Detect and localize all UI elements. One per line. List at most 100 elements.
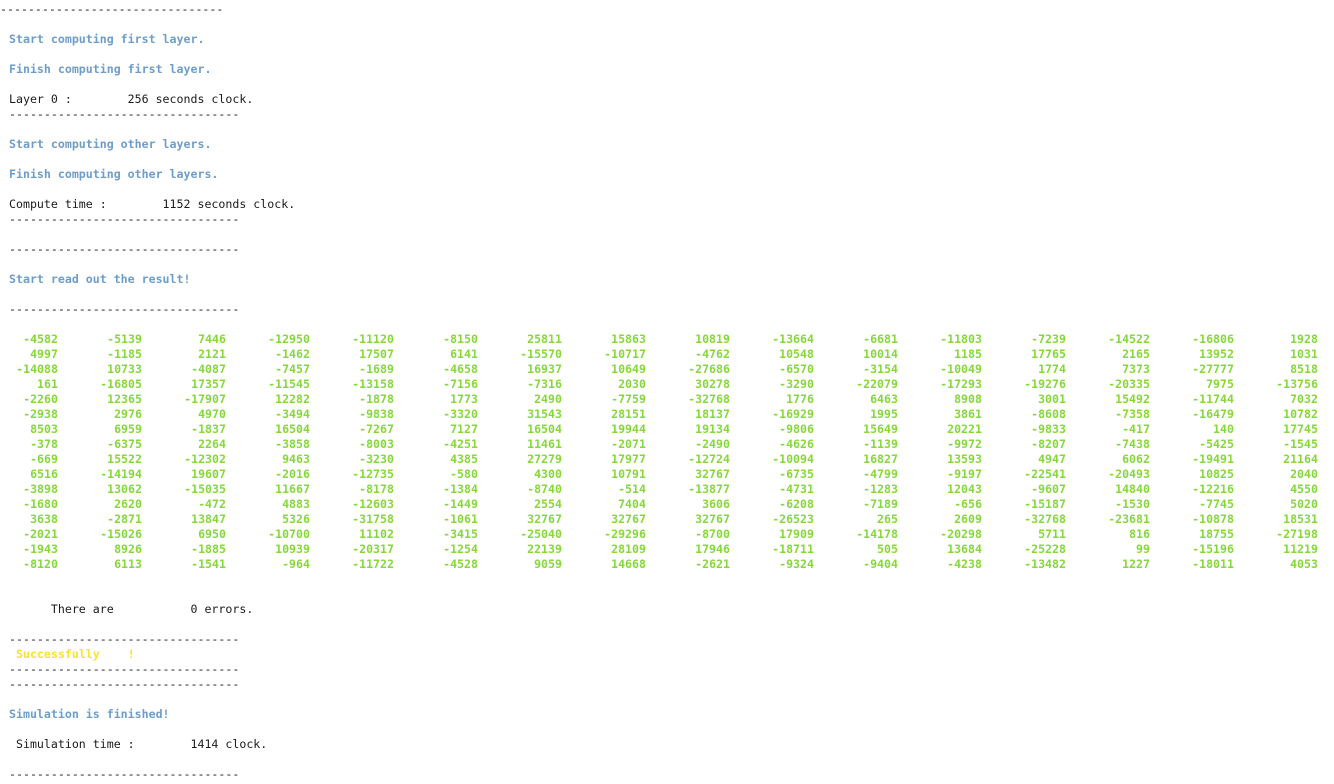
matrix-cell: 16504	[527, 422, 562, 436]
matrix-cell: -10049	[940, 362, 982, 376]
matrix-cell: 17946	[695, 542, 730, 556]
matrix-cell: 25811	[527, 332, 562, 346]
matrix-cell: -8700	[695, 527, 730, 541]
matrix-cell: -14088	[16, 362, 58, 376]
matrix-cell: -9838	[359, 407, 394, 421]
matrix-cell: 15522	[107, 452, 142, 466]
matrix-cell: 10649	[611, 362, 646, 376]
matrix-cell: -3858	[275, 437, 310, 451]
matrix-cell: -26523	[772, 512, 814, 526]
matrix-cell: -3154	[863, 362, 898, 376]
matrix-cell: -20493	[1108, 467, 1150, 481]
matrix-cell: 1773	[450, 392, 478, 406]
matrix-cell: -32768	[1024, 512, 1066, 526]
finish-other-layers-message: Finish computing other layers.	[9, 167, 219, 181]
matrix-cell: 3861	[954, 407, 982, 421]
matrix-cell: -4626	[779, 437, 814, 451]
matrix-cell: 1928	[1290, 332, 1318, 346]
matrix-cell: -1462	[275, 347, 310, 361]
matrix-cell: -9324	[779, 557, 814, 571]
simulation-finished-message: Simulation is finished!	[9, 707, 170, 721]
matrix-cell: 2030	[618, 377, 646, 391]
matrix-cell: -8178	[359, 482, 394, 496]
matrix-cell: -1837	[191, 422, 226, 436]
matrix-cell: -7156	[443, 377, 478, 391]
matrix-cell: -8608	[1031, 407, 1066, 421]
divider: ---------------------------------	[9, 632, 240, 646]
matrix-cell: 4883	[282, 497, 310, 511]
matrix-cell: 28151	[611, 407, 646, 421]
matrix-cell: -8740	[527, 482, 562, 496]
matrix-cell: 6959	[114, 422, 142, 436]
matrix-cell: -11803	[940, 332, 982, 346]
matrix-cell: -4238	[947, 557, 982, 571]
matrix-cell: 4947	[1038, 452, 1066, 466]
matrix-cell: 1185	[954, 347, 982, 361]
matrix-cell: 19607	[191, 467, 226, 481]
matrix-row: 6516 -14194 19607 -2016 -12735 -580 4300 10791 3…	[0, 467, 1334, 482]
matrix-cell: -11120	[352, 332, 394, 346]
matrix-cell: 4550	[1290, 482, 1318, 496]
matrix-cell: -20335	[1108, 377, 1150, 391]
matrix-row: -1680 2620 -472 4883 -12603 -1449 2554 7404 3606…	[0, 497, 1334, 512]
matrix-cell: -15187	[1024, 497, 1066, 511]
matrix-cell: -11545	[268, 377, 310, 391]
matrix-cell: -7239	[1031, 332, 1066, 346]
matrix-cell: 15649	[863, 422, 898, 436]
matrix-cell: 32767	[611, 512, 646, 526]
matrix-cell: 6141	[450, 347, 478, 361]
matrix-cell: -18711	[772, 542, 814, 556]
matrix-cell: -1943	[23, 542, 58, 556]
matrix-cell: -10094	[772, 452, 814, 466]
matrix-cell: -2016	[275, 467, 310, 481]
matrix-cell: -2871	[107, 512, 142, 526]
matrix-cell: -2490	[695, 437, 730, 451]
matrix-cell: 8503	[30, 422, 58, 436]
matrix-row: -14088 10733 -4087 -7457 -1689 -4658 16937 1064…	[0, 362, 1334, 377]
matrix-cell: 140	[1213, 422, 1234, 436]
matrix-row: -8120 6113 -1541 -964 -11722 -4528 9059 14668 -2…	[0, 557, 1334, 572]
matrix-cell: 6516	[30, 467, 58, 481]
matrix-cell: -27686	[688, 362, 730, 376]
matrix-cell: 6950	[198, 527, 226, 541]
matrix-cell: -8207	[1031, 437, 1066, 451]
matrix-cell: -2021	[23, 527, 58, 541]
matrix-cell: 10791	[611, 467, 646, 481]
matrix-cell: -12950	[268, 332, 310, 346]
divider: ---------------------------------	[9, 677, 240, 691]
matrix-cell: -31758	[352, 512, 394, 526]
matrix-cell: 2976	[114, 407, 142, 421]
matrix-cell: 5020	[1290, 497, 1318, 511]
matrix-cell: 2490	[534, 392, 562, 406]
matrix-cell: 1031	[1290, 347, 1318, 361]
divider: --------------------------------	[0, 2, 224, 16]
matrix-cell: 16504	[275, 422, 310, 436]
matrix-cell: 1776	[786, 392, 814, 406]
matrix-cell: 12282	[275, 392, 310, 406]
matrix-cell: 32767	[695, 512, 730, 526]
matrix-cell: 161	[37, 377, 58, 391]
matrix-cell: -16479	[1192, 407, 1234, 421]
start-first-layer-message: Start computing first layer.	[9, 32, 205, 46]
matrix-row: -2260 12365 -17907 12282 -1878 1773 2490 -7759 -…	[0, 392, 1334, 407]
matrix-cell: 2040	[1290, 467, 1318, 481]
matrix-cell: 4300	[534, 467, 562, 481]
matrix-cell: -417	[1122, 422, 1150, 436]
matrix-cell: 10939	[275, 542, 310, 556]
matrix-cell: -9607	[1031, 482, 1066, 496]
matrix-cell: -12735	[352, 467, 394, 481]
matrix-cell: -17293	[940, 377, 982, 391]
matrix-cell: -9972	[947, 437, 982, 451]
matrix-cell: 22139	[527, 542, 562, 556]
matrix-cell: 4970	[198, 407, 226, 421]
matrix-cell: -2071	[611, 437, 646, 451]
matrix-row: 8503 6959 -1837 16504 -7267 7127 16504 19944 191…	[0, 422, 1334, 437]
matrix-cell: 99	[1136, 542, 1150, 556]
divider: ---------------------------------	[9, 662, 240, 676]
matrix-cell: -9806	[779, 422, 814, 436]
matrix-cell: -8120	[23, 557, 58, 571]
